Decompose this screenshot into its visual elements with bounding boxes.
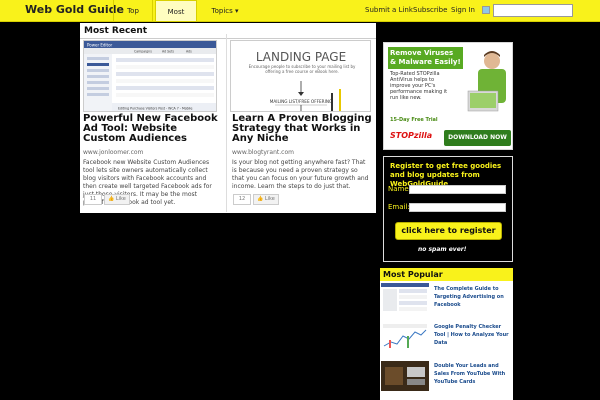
landing-page-illustration: LANDING PAGE Encourage people to subscri… [231,41,370,111]
search-input[interactable] [493,4,573,17]
thumb-2-text: Encourage people to subscribe to your ma… [248,64,356,74]
card-title-2[interactable]: Learn A Proven Blogging Strategy that Wo… [232,114,372,144]
email-label: Email: [388,203,410,211]
like-button[interactable]: 👍 Like [104,193,130,205]
popular-title-2[interactable]: Google Penalty Checker Tool | How to Ana… [434,323,512,347]
sign-in-link[interactable]: Sign In [451,0,475,22]
name-label: Name: [388,185,412,193]
thumb-1-tab-ads: Ads [186,50,192,54]
nav-tab-top-stories[interactable]: Top Stories [113,0,153,37]
penalty-checker-thumbnail [381,322,429,352]
no-spam-text: no spam ever! [418,246,467,253]
power-editor-screenshot: Power Editor Campaigns Ad Sets Ads Editi… [84,41,216,111]
popular-thumb-3[interactable] [381,361,429,391]
stopzilla-logo: STOPzilla [390,131,433,140]
like-label: Like [264,195,275,202]
ad-headline: Remove Viruses & Malware Easily! [388,47,463,69]
thumb-1-tab-campaigns: Campaigns [134,50,152,54]
share-count: 12 [233,193,251,205]
share-count: 11 [84,193,102,205]
submit-link[interactable]: Submit a Link [365,0,413,22]
like-button[interactable]: 👍 Like [253,193,279,205]
site-logo[interactable]: Web Gold Guide [25,3,124,16]
section-title: Most Recent [84,26,148,36]
email-field[interactable] [409,203,506,212]
most-popular-header: Most Popular [380,268,513,281]
ad-trial: 15-Day Free Trial [390,117,438,123]
register-button[interactable]: click here to register [395,222,502,240]
card-excerpt-2: Is your blog not getting anywhere fast? … [232,159,369,190]
popular-title-3[interactable]: Double Your Leads and Sales From YouTube… [434,362,512,386]
download-now-button[interactable]: DOWNLOAD NOW [444,130,511,146]
column-divider [226,34,227,212]
share-widget-1: 11 👍 Like [84,193,130,205]
section-divider [80,38,376,39]
thumbs-up-icon: 👍 [257,195,264,202]
youtube-cards-thumbnail [381,361,429,391]
person-with-laptop-image [467,51,506,112]
popular-thumb-1[interactable] [381,283,429,313]
top-bar: Web Gold Guide Top Stories Most Recent T… [0,0,600,38]
card-source-2[interactable]: www.blogtyrant.com [232,149,294,156]
antivirus-ad[interactable]: Remove Viruses & Malware Easily! Top-Rat… [383,42,513,150]
thumb-2-label: MAILING LIST/FREE OFFERING [270,99,332,104]
facebook-targeting-thumbnail [381,283,429,313]
card-source-1[interactable]: www.jonloomer.com [83,149,143,156]
card-thumbnail-2[interactable]: LANDING PAGE Encourage people to subscri… [230,40,371,112]
thumbs-up-icon: 👍 [108,195,115,202]
like-label: Like [115,195,126,202]
subscribe-link[interactable]: Subscribe [413,0,447,22]
thumb-2-heading: LANDING PAGE [256,50,346,64]
card-title-1[interactable]: Powerful New Facebook Ad Tool: Website C… [83,114,223,144]
newsletter-signup: Register to get free goodies and blog up… [383,156,513,262]
twitter-icon[interactable] [482,6,490,14]
thumb-1-caption: Editing Purchase Visitors Post - WCA 7 -… [118,107,192,111]
card-thumbnail-1[interactable]: Power Editor Campaigns Ad Sets Ads Editi… [83,40,217,112]
ad-body: Top-Rated STOPzilla AntiVirus helps to i… [390,71,448,101]
share-widget-2: 12 👍 Like [233,193,279,205]
thumb-1-header: Power Editor [87,43,113,48]
nav-tab-topics[interactable]: Topics ▾ [205,0,245,22]
popular-title-1[interactable]: The Complete Guide to Targeting Advertis… [434,285,512,309]
popular-thumb-2[interactable] [381,322,429,352]
name-field[interactable] [409,185,506,194]
thumb-1-tab-ad-sets: Ad Sets [162,50,174,54]
nav-tab-most-recent[interactable]: Most Recent [155,0,197,38]
